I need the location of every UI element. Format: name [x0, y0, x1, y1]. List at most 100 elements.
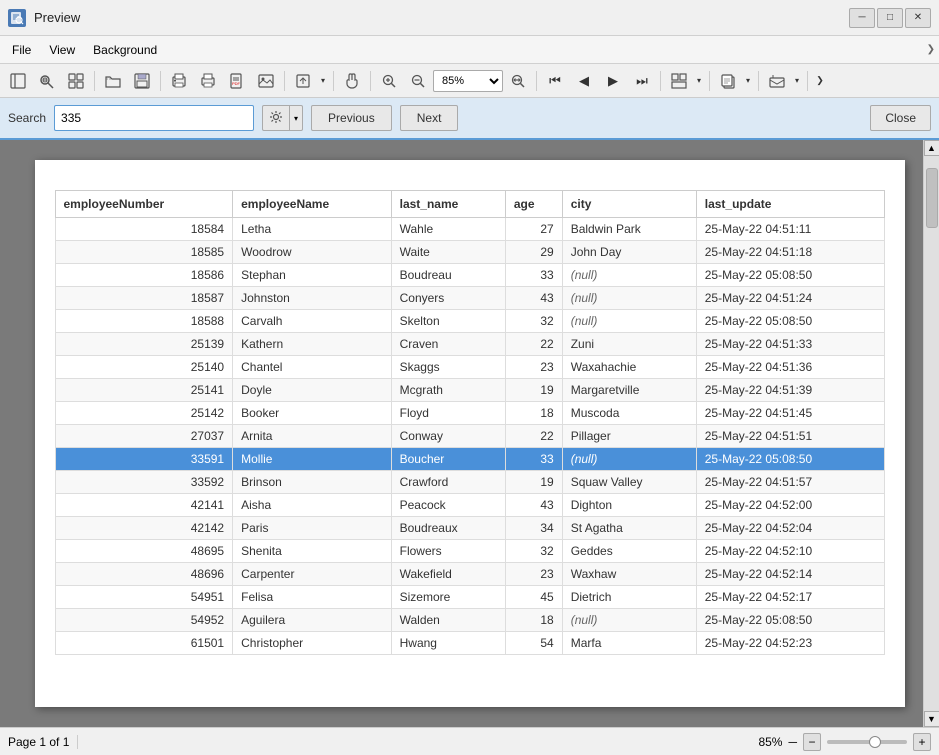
cell-last-name: Wahle	[391, 218, 505, 241]
scroll-down-button[interactable]: ▼	[924, 711, 939, 727]
search-label: Search	[8, 111, 46, 125]
cell-emp-num: 18585	[55, 241, 233, 264]
scroll-track[interactable]	[924, 156, 939, 711]
cell-age: 19	[505, 471, 562, 494]
zoom-in-status-button[interactable]: +	[913, 733, 931, 751]
cell-city: (null)	[562, 287, 696, 310]
cell-age: 29	[505, 241, 562, 264]
cell-emp-name: Chantel	[233, 356, 392, 379]
cell-emp-num: 18584	[55, 218, 233, 241]
print-preview-button[interactable]	[165, 68, 193, 94]
gear-icon	[269, 110, 283, 127]
table-row: 18586 Stephan Boudreau 33 (null) 25-May-…	[55, 264, 884, 287]
content-area: employeeNumber employeeName last_name ag…	[0, 140, 939, 727]
toolbar-separator-4	[333, 71, 334, 91]
find-button[interactable]	[33, 68, 61, 94]
cell-emp-name: Carvalh	[233, 310, 392, 333]
scroll-up-button[interactable]: ▲	[924, 140, 939, 156]
cell-last-update: 25-May-22 04:52:23	[696, 632, 884, 655]
export-pdf-button[interactable]: PDF	[223, 68, 251, 94]
cell-age: 43	[505, 287, 562, 310]
cell-emp-name: Christopher	[233, 632, 392, 655]
table-header-row: employeeNumber employeeName last_name ag…	[55, 191, 884, 218]
prev-page-button[interactable]: ◀	[570, 68, 598, 94]
vertical-scrollbar[interactable]: ▲ ▼	[923, 140, 939, 727]
first-page-button[interactable]: ⏮	[541, 68, 569, 94]
share-dropdown-arrow[interactable]: ▾	[791, 68, 803, 94]
zoom-slider[interactable]	[827, 740, 907, 744]
zoom-select[interactable]: 85% 50% 75% 100% 125% 150% 200%	[433, 70, 503, 92]
search-options-arrow[interactable]: ▾	[290, 105, 303, 131]
scrollbar-thumb[interactable]	[926, 168, 938, 228]
cell-last-name: Wakefield	[391, 563, 505, 586]
next-page-button[interactable]: ▶	[599, 68, 627, 94]
layout-button[interactable]	[665, 68, 693, 94]
toolbar-more-button[interactable]: ❯	[812, 68, 828, 94]
cell-emp-name: Carpenter	[233, 563, 392, 586]
cell-emp-num: 25140	[55, 356, 233, 379]
document-page: employeeNumber employeeName last_name ag…	[35, 160, 905, 707]
cell-last-update: 25-May-22 05:08:50	[696, 264, 884, 287]
cell-emp-num: 33591	[55, 448, 233, 471]
last-page-button[interactable]: ⏭	[628, 68, 656, 94]
cell-age: 27	[505, 218, 562, 241]
open-button[interactable]	[99, 68, 127, 94]
toggle-panel-button[interactable]	[4, 68, 32, 94]
cell-city: Marfa	[562, 632, 696, 655]
menu-view[interactable]: View	[41, 40, 83, 60]
cell-emp-name: Mollie	[233, 448, 392, 471]
cell-city: Pillager	[562, 425, 696, 448]
zoom-fit-width-button[interactable]	[504, 68, 532, 94]
cell-city: (null)	[562, 448, 696, 471]
layout-dropdown-arrow[interactable]: ▾	[693, 68, 705, 94]
copy-dropdown-arrow[interactable]: ▾	[742, 68, 754, 94]
share-button[interactable]	[763, 68, 791, 94]
pan-button[interactable]	[338, 68, 366, 94]
menu-file[interactable]: File	[4, 40, 39, 60]
search-bar: Search ▾ Previous Next Close	[0, 98, 939, 140]
export-img-button[interactable]	[252, 68, 280, 94]
cell-last-update: 25-May-22 04:52:10	[696, 540, 884, 563]
app-icon	[8, 9, 26, 27]
fit-dropdown-arrow[interactable]: ▾	[317, 68, 329, 94]
cell-emp-name: Letha	[233, 218, 392, 241]
cell-last-name: Waite	[391, 241, 505, 264]
fit-page-button[interactable]	[289, 68, 317, 94]
fit-dropdown: ▾	[289, 68, 329, 94]
cell-age: 18	[505, 402, 562, 425]
cell-age: 45	[505, 586, 562, 609]
zoom-separator: ─	[788, 735, 797, 749]
menu-background[interactable]: Background	[85, 40, 165, 60]
cell-last-name: Walden	[391, 609, 505, 632]
cell-last-update: 25-May-22 04:52:14	[696, 563, 884, 586]
zoom-slider-thumb	[869, 736, 881, 748]
search-close-button[interactable]: Close	[870, 105, 931, 131]
print-button[interactable]	[194, 68, 222, 94]
cell-emp-name: Paris	[233, 517, 392, 540]
table-row: 42142 Paris Boudreaux 34 St Agatha 25-Ma…	[55, 517, 884, 540]
next-button[interactable]: Next	[400, 105, 459, 131]
save-button[interactable]	[128, 68, 156, 94]
zoom-out-status-button[interactable]: −	[803, 733, 821, 751]
zoom-out-button[interactable]	[404, 68, 432, 94]
search-options-button[interactable]	[262, 105, 290, 131]
table-row: 25142 Booker Floyd 18 Muscoda 25-May-22 …	[55, 402, 884, 425]
cell-last-name: Boucher	[391, 448, 505, 471]
table-row: 18584 Letha Wahle 27 Baldwin Park 25-May…	[55, 218, 884, 241]
copy-button[interactable]	[714, 68, 742, 94]
minimize-button[interactable]: ─	[849, 8, 875, 28]
zoom-in-small-button[interactable]	[375, 68, 403, 94]
search-input[interactable]	[54, 105, 254, 131]
page-info: Page 1 of 1	[8, 735, 78, 749]
table-row: 18587 Johnston Conyers 43 (null) 25-May-…	[55, 287, 884, 310]
grid-view-button[interactable]	[62, 68, 90, 94]
cell-emp-name: Aguilera	[233, 609, 392, 632]
close-button[interactable]: ✕	[905, 8, 931, 28]
previous-button[interactable]: Previous	[311, 105, 392, 131]
cell-city: Baldwin Park	[562, 218, 696, 241]
table-row: 48696 Carpenter Wakefield 23 Waxhaw 25-M…	[55, 563, 884, 586]
restore-button[interactable]: □	[877, 8, 903, 28]
cell-last-name: Mcgrath	[391, 379, 505, 402]
cell-age: 32	[505, 310, 562, 333]
cell-city: Margaretville	[562, 379, 696, 402]
